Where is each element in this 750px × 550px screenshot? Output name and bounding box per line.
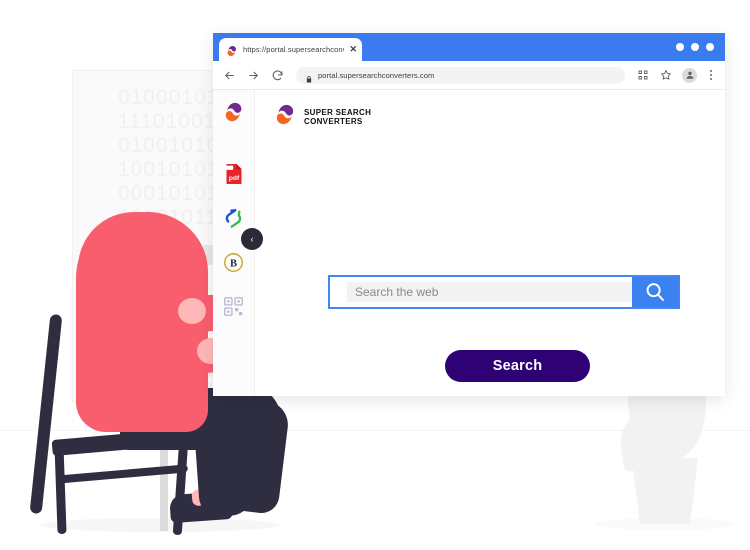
search-input[interactable] bbox=[347, 282, 632, 302]
chair-leg-back bbox=[54, 443, 67, 535]
browser-tab[interactable]: https://portal.supersearchconver ✕ bbox=[219, 38, 362, 61]
brand-line-2: CONVERTERS bbox=[304, 117, 363, 126]
binary-row: 10010101 bbox=[118, 158, 220, 181]
three-dot-menu-icon[interactable] bbox=[706, 70, 716, 80]
back-icon[interactable] bbox=[222, 68, 237, 83]
person-hand-upper bbox=[178, 298, 206, 324]
svg-text:B: B bbox=[230, 258, 237, 269]
close-icon[interactable]: ✕ bbox=[349, 45, 357, 54]
brand-line-1: SUPER SEARCH bbox=[304, 107, 372, 117]
star-icon[interactable] bbox=[659, 68, 673, 82]
binary-row: 00010101 bbox=[118, 182, 220, 205]
web-search-bar bbox=[328, 275, 680, 309]
browser-window: https://portal.supersearchconver ✕ porta… bbox=[213, 33, 725, 396]
chair-rung bbox=[55, 464, 189, 484]
binary-backdrop: 01000101 11101001 01001010 10010101 0001… bbox=[118, 86, 219, 230]
reload-icon[interactable] bbox=[270, 68, 285, 83]
sidebar-item-logo-mark[interactable] bbox=[222, 100, 246, 124]
search-go-button[interactable] bbox=[632, 277, 678, 307]
browser-toolbar: portal.supersearchconverters.com bbox=[213, 61, 725, 90]
site-content: SUPER SEARCH CONVERTERS Search bbox=[255, 90, 725, 396]
sidebar-collapse-button[interactable]: ‹ bbox=[241, 228, 263, 250]
svg-text:pdf: pdf bbox=[228, 175, 239, 182]
sidebar-item-qr-code-icon[interactable] bbox=[222, 294, 246, 318]
browser-tab-title: https://portal.supersearchconver bbox=[243, 45, 345, 54]
search-submit-button[interactable]: Search bbox=[445, 350, 590, 382]
site-brand: SUPER SEARCH CONVERTERS bbox=[255, 90, 725, 131]
binary-row: 01001010 bbox=[118, 134, 220, 157]
maximize-icon[interactable] bbox=[691, 43, 699, 51]
forward-icon[interactable] bbox=[246, 68, 261, 83]
binary-row: 11101001 bbox=[118, 110, 217, 133]
address-bar-url: portal.supersearchconverters.com bbox=[318, 70, 435, 80]
super-search-converters-favicon bbox=[226, 44, 238, 56]
extensions-icon[interactable] bbox=[636, 68, 650, 82]
plant-pot bbox=[632, 458, 698, 524]
binary-row: 01000101 bbox=[118, 86, 220, 109]
secure-lock-icon bbox=[305, 71, 313, 82]
window-close-icon[interactable] bbox=[706, 43, 714, 51]
sidebar-item-bitcoin-icon[interactable]: B bbox=[222, 250, 246, 274]
profile-avatar-icon[interactable] bbox=[682, 67, 697, 83]
sidebar-item-file-convert-icon[interactable] bbox=[222, 206, 246, 230]
site-brand-text: SUPER SEARCH CONVERTERS bbox=[304, 108, 371, 127]
site-page: pdf B ‹ SUPER SEARCH CONVERTERS Search t… bbox=[213, 90, 725, 396]
browser-titlebar: https://portal.supersearchconver ✕ bbox=[213, 33, 725, 61]
super-search-converters-logo bbox=[274, 103, 297, 131]
address-bar[interactable]: portal.supersearchconverters.com bbox=[296, 66, 625, 84]
sidebar-item-pdf-tools-icon[interactable]: pdf bbox=[222, 162, 246, 186]
window-controls[interactable] bbox=[676, 43, 714, 51]
minimize-icon[interactable] bbox=[676, 43, 684, 51]
